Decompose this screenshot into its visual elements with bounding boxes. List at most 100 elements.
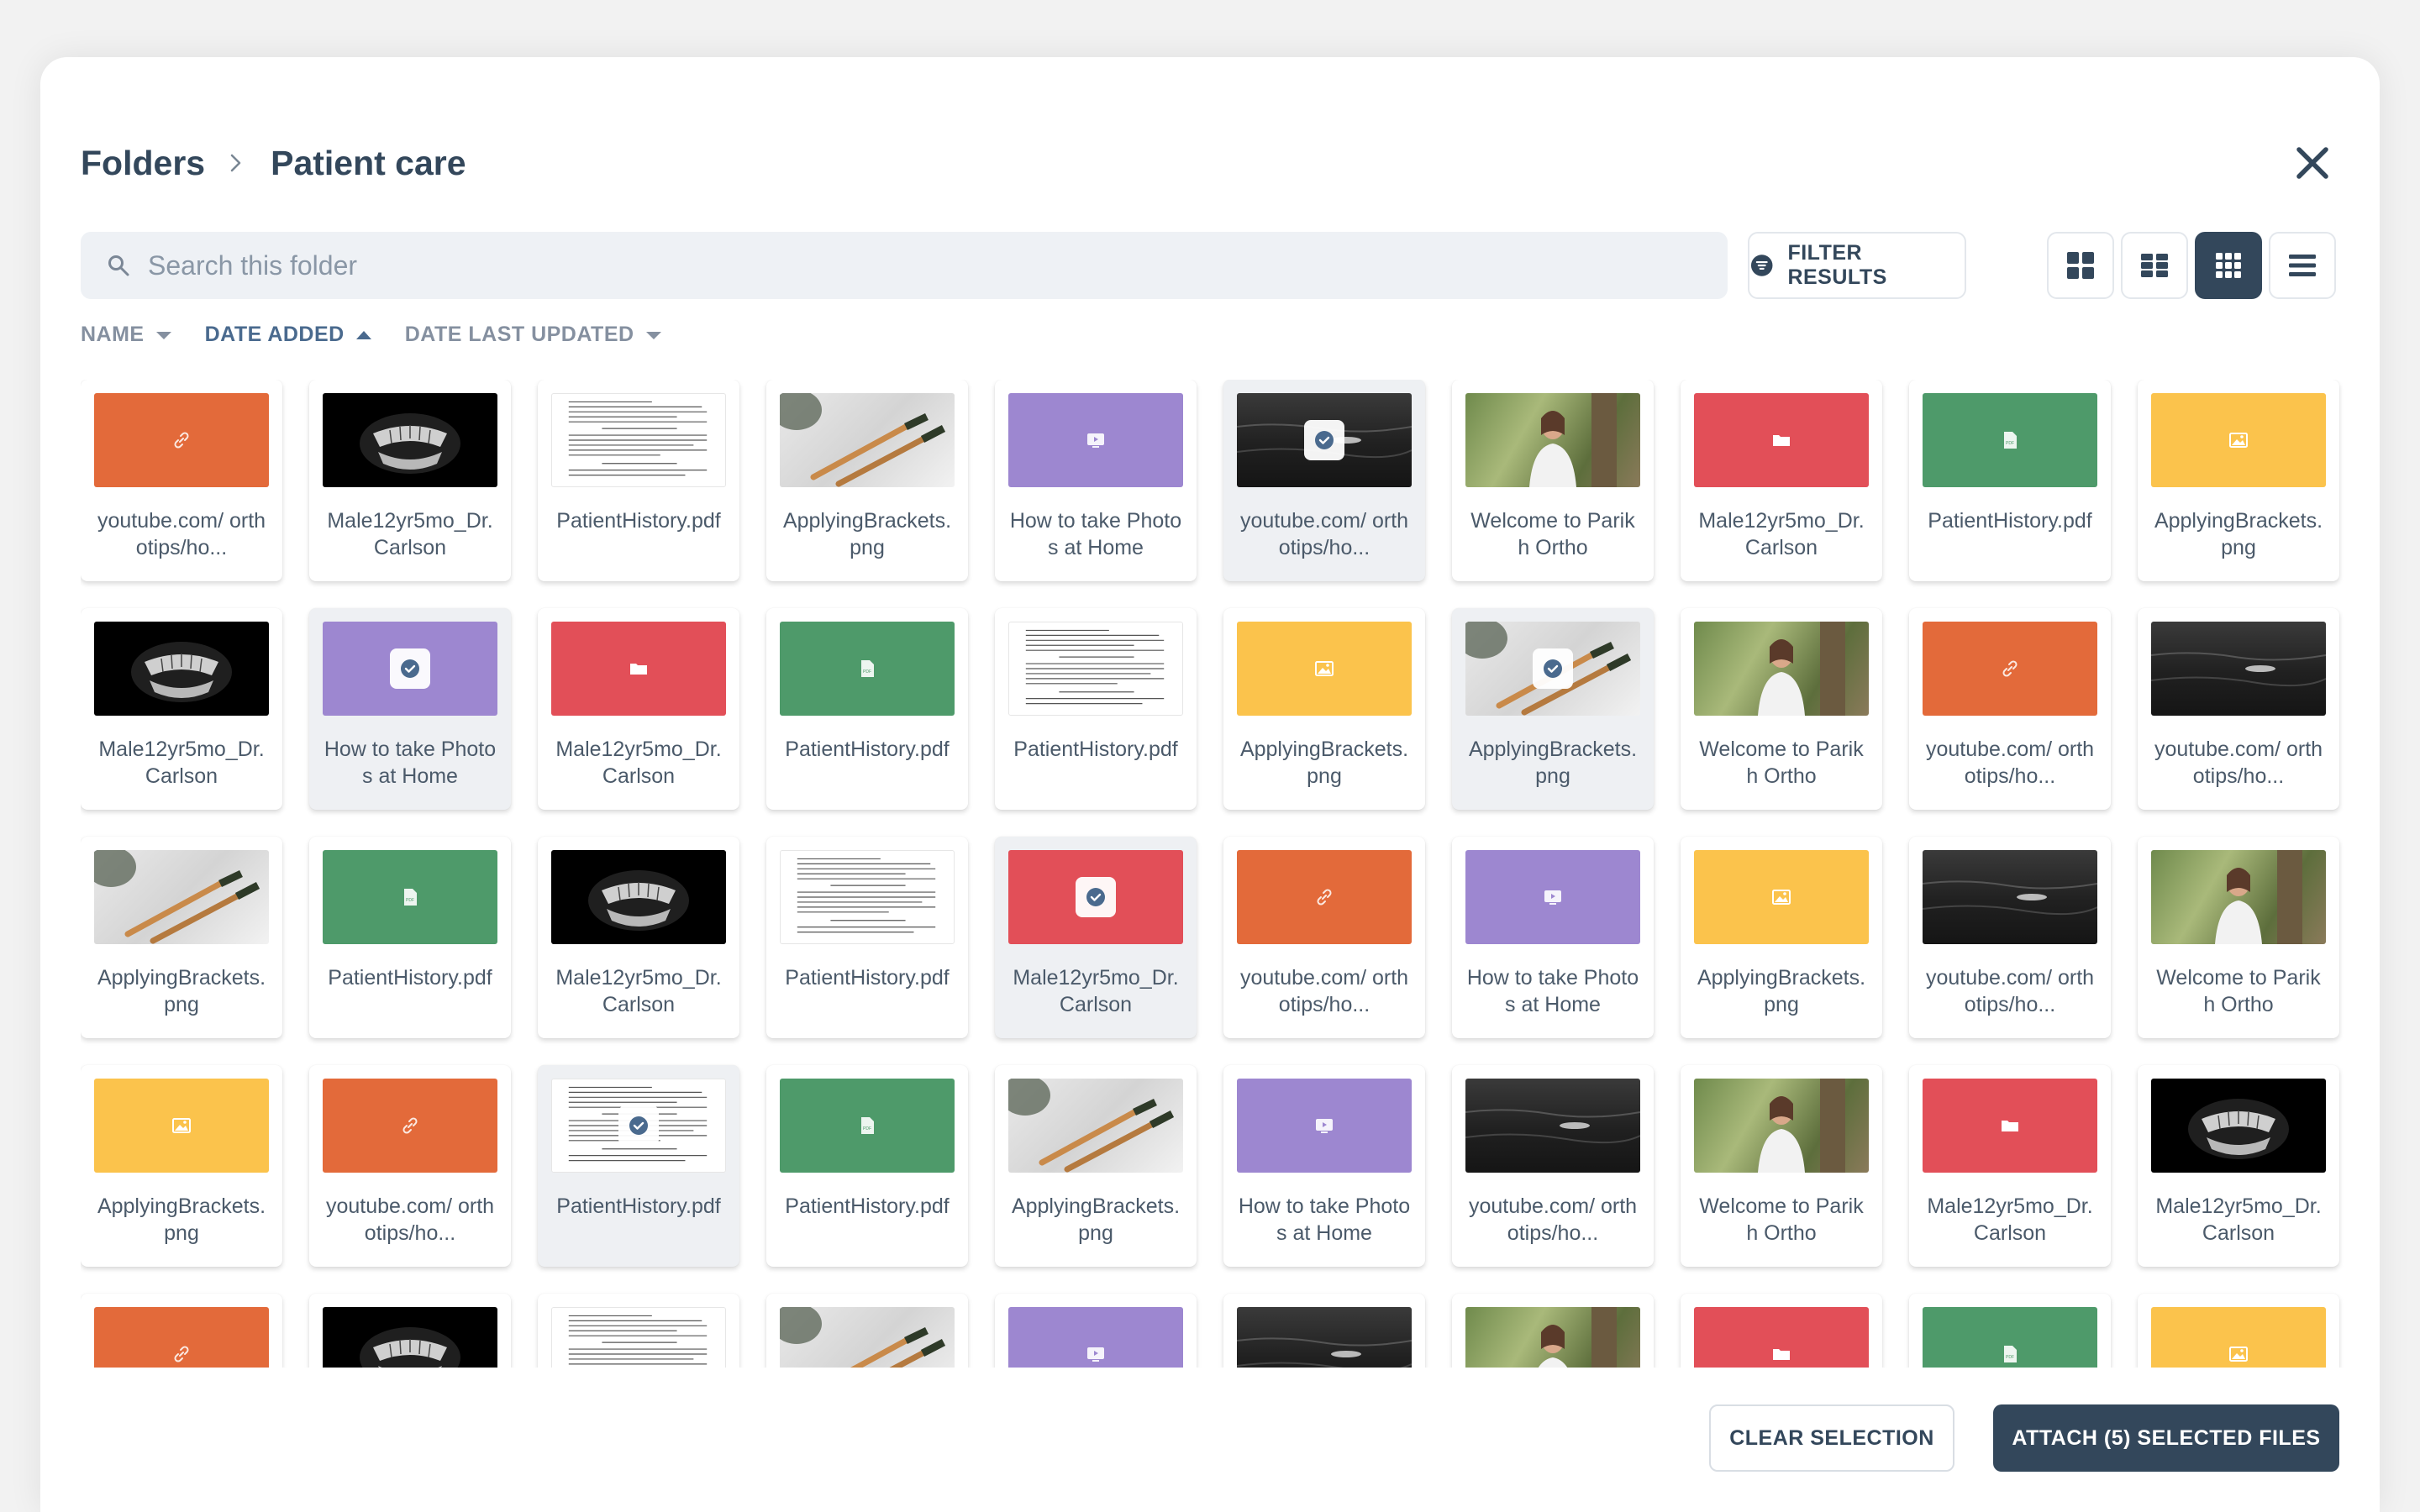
file-thumbnail: PDF [780, 1079, 955, 1173]
file-name: Male12yr5mo_Dr. Carlson [327, 509, 493, 559]
file-card[interactable]: How to take Photos at Home [995, 380, 1197, 581]
file-card[interactable]: Male12yr5mo_Dr. Carlson [81, 608, 282, 810]
file-card[interactable]: PatientHistory.pdf [766, 837, 968, 1038]
file-card[interactable]: Male12yr5mo_Dr. Carlson [1681, 380, 1882, 581]
view-mode-toggle [2047, 232, 2336, 299]
file-card[interactable]: ApplyingBrackets. png [1681, 837, 1882, 1038]
file-card[interactable]: youtube.com/ orthotips/ho... [309, 1065, 511, 1267]
file-thumbnail [780, 393, 955, 487]
view-large-grid-button[interactable] [2047, 232, 2114, 299]
file-name: ApplyingBrackets. png [2154, 509, 2323, 559]
file-name: ApplyingBrackets. png [97, 966, 266, 1016]
search-input[interactable] [148, 249, 1728, 281]
file-card[interactable]: PDF PatientHistory.pdf [309, 837, 511, 1038]
file-card[interactable]: Welcome to Parikh Ortho [1681, 608, 1882, 810]
file-card[interactable]: Male12yr5mo_Dr. Carlson [538, 608, 739, 810]
breadcrumb-current: Patient care [271, 143, 466, 182]
file-name: Male12yr5mo_Dr. Carlson [555, 966, 722, 1016]
file-name: Male12yr5mo_Dr. Carlson [1927, 1194, 2093, 1245]
file-card[interactable]: ApplyingBrackets. png [2138, 380, 2339, 581]
view-list-button[interactable] [2269, 232, 2336, 299]
view-medium-grid-button[interactable] [2121, 232, 2188, 299]
file-card[interactable]: Welcome to Parikh Ortho [1681, 1065, 1882, 1267]
file-card[interactable]: PatientHistory.pdf [538, 1065, 739, 1267]
file-name: youtube.com/ orthotips/ho... [2154, 738, 2323, 788]
file-card[interactable]: ApplyingBrackets. png [1223, 608, 1425, 810]
file-thumbnail [1008, 850, 1183, 944]
file-name: Male12yr5mo_Dr. Carlson [555, 738, 722, 788]
file-card[interactable]: youtube.com/ orthotips/ho... [1909, 837, 2111, 1038]
file-card[interactable]: youtube.com/ orthotips/ho... [1223, 380, 1425, 581]
file-thumbnail [1923, 850, 2097, 944]
file-card[interactable]: How to take Photos at Home [309, 608, 511, 810]
file-thumbnail [323, 393, 497, 487]
caret-down-icon [155, 331, 171, 339]
close-icon[interactable] [2289, 139, 2336, 186]
file-thumbnail [1465, 393, 1640, 487]
file-name: ApplyingBrackets. png [1697, 966, 1866, 1016]
file-name: How to take Photos at Home [1009, 509, 1182, 559]
footer: CLEAR SELECTION ATTACH (5) SELECTED FILE… [40, 1368, 2380, 1512]
file-card[interactable]: Welcome to Parikh Ortho [1452, 380, 1654, 581]
caret-down-icon [645, 331, 661, 339]
file-card[interactable]: Male12yr5mo_Dr. Carlson [538, 837, 739, 1038]
list-icon [2289, 255, 2316, 276]
file-card[interactable]: PDF PatientHistory.pdf [766, 1065, 968, 1267]
breadcrumb-root[interactable]: Folders [81, 144, 205, 183]
file-card[interactable]: Male12yr5mo_Dr. Carlson [995, 837, 1197, 1038]
file-thumbnail [2151, 850, 2326, 944]
sort-by-name[interactable]: NAME [81, 323, 173, 347]
file-thumbnail [2151, 393, 2326, 487]
file-name: Welcome to Parikh Ortho [1699, 738, 1864, 788]
svg-text:PDF: PDF [863, 669, 871, 675]
file-card[interactable]: youtube.com/ orthotips/ho... [1909, 608, 2111, 810]
attach-selected-files-button[interactable]: ATTACH (5) SELECTED FILES [1993, 1404, 2339, 1472]
file-card[interactable]: Male12yr5mo_Dr. Carlson [309, 380, 511, 581]
file-card[interactable]: ApplyingBrackets. png [81, 837, 282, 1038]
file-grid-scroll[interactable]: youtube.com/ orthotips/ho... Male12yr5mo_… [81, 380, 2380, 1394]
sort-by-date-last-updated[interactable]: DATE LAST UPDATED [405, 323, 663, 347]
file-card[interactable]: How to take Photos at Home [1223, 1065, 1425, 1267]
caret-up-icon [355, 330, 371, 339]
filter-results-label: FILTER RESULTS [1787, 241, 1887, 289]
file-thumbnail [551, 622, 726, 716]
file-card[interactable]: Welcome to Parikh Ortho [2138, 837, 2339, 1038]
file-thumbnail [1237, 393, 1412, 487]
clear-selection-button[interactable]: CLEAR SELECTION [1709, 1404, 1954, 1472]
file-card[interactable]: PatientHistory.pdf [538, 380, 739, 581]
file-thumbnail [1465, 1079, 1640, 1173]
file-name: Welcome to Parikh Ortho [1470, 509, 1635, 559]
file-name: Welcome to Parikh Ortho [2156, 966, 2321, 1016]
file-card[interactable]: youtube.com/ orthotips/ho... [1452, 1065, 1654, 1267]
file-card[interactable]: Male12yr5mo_Dr. Carlson [2138, 1065, 2339, 1267]
file-thumbnail [1008, 622, 1183, 716]
file-card[interactable]: ApplyingBrackets. png [81, 1065, 282, 1267]
file-card[interactable]: youtube.com/ orthotips/ho... [2138, 608, 2339, 810]
file-name: Male12yr5mo_Dr. Carlson [2155, 1194, 2322, 1245]
file-card[interactable]: PDF PatientHistory.pdf [1909, 380, 2111, 581]
file-card[interactable]: ApplyingBrackets. png [766, 380, 968, 581]
sort-by-date-added[interactable]: DATE ADDED [205, 323, 373, 347]
file-card[interactable]: ApplyingBrackets. png [1452, 608, 1654, 810]
view-small-grid-button[interactable] [2195, 232, 2262, 299]
file-name: youtube.com/ orthotips/ho... [1468, 1194, 1638, 1245]
small-grid-icon [2216, 253, 2241, 278]
file-card[interactable]: youtube.com/ orthotips/ho... [81, 380, 282, 581]
file-card[interactable]: ApplyingBrackets. png [995, 1065, 1197, 1267]
file-thumbnail [1465, 850, 1640, 944]
file-name: How to take Photos at Home [324, 738, 497, 788]
file-card[interactable]: Male12yr5mo_Dr. Carlson [1909, 1065, 2111, 1267]
file-thumbnail: PDF [1923, 393, 2097, 487]
file-card[interactable]: How to take Photos at Home [1452, 837, 1654, 1038]
file-name: youtube.com/ orthotips/ho... [1925, 738, 2095, 788]
file-thumbnail [94, 393, 269, 487]
file-card[interactable]: PatientHistory.pdf [995, 608, 1197, 810]
file-card[interactable]: youtube.com/ orthotips/ho... [1223, 837, 1425, 1038]
file-thumbnail [780, 850, 955, 944]
file-name: PatientHistory.pdf [1928, 509, 2092, 533]
file-card[interactable]: PDF PatientHistory.pdf [766, 608, 968, 810]
filter-results-button[interactable]: FILTER RESULTS [1748, 232, 1966, 299]
file-grid: youtube.com/ orthotips/ho... Male12yr5mo_… [81, 380, 2380, 1394]
file-thumbnail [1465, 622, 1640, 716]
filter-icon [1750, 255, 1773, 276]
